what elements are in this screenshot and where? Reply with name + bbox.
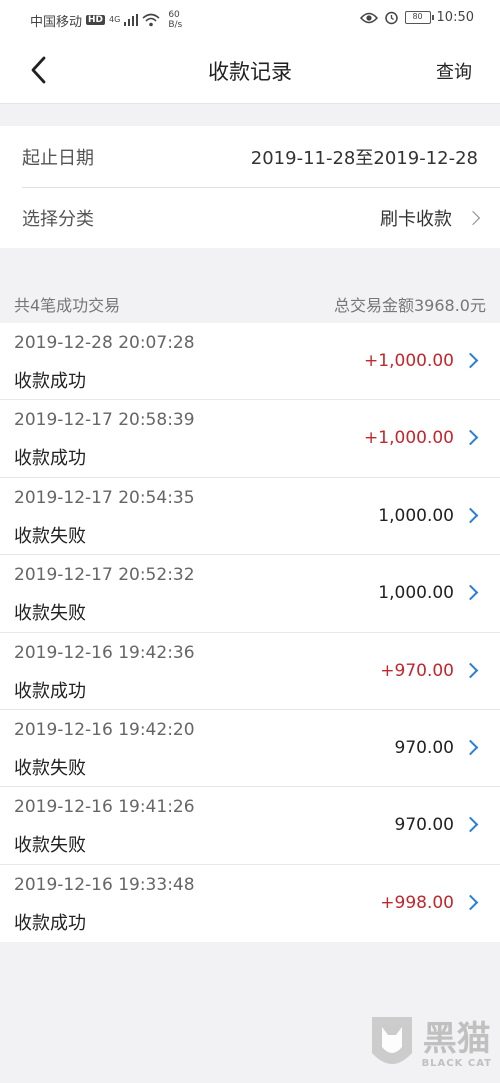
- watermark-cn: 黑猫: [422, 1018, 491, 1059]
- net-speed-value: 60: [168, 10, 180, 20]
- record-status: 收款失败: [14, 525, 86, 547]
- category-value: 刷卡收款: [380, 209, 452, 230]
- hd-icon: HD: [86, 15, 106, 25]
- status-left: 中国移动 HD 4G 60 B/s: [30, 10, 182, 30]
- chevron-right-icon: [462, 739, 479, 756]
- query-button[interactable]: 查询: [436, 58, 472, 84]
- chevron-right-icon: [465, 210, 481, 226]
- record-amount: 1,000.00: [378, 505, 454, 526]
- summary-bar: 共4笔成功交易 总交易金额3968.0元: [0, 286, 500, 322]
- date-range-row[interactable]: 起止日期 2019-11-28至2019-12-28: [0, 126, 500, 187]
- status-right: 80 10:50: [359, 10, 474, 25]
- list-item[interactable]: 2019-12-17 20:58:39 收款成功 +1,000.00: [0, 400, 500, 478]
- black-cat-logo: [371, 1017, 412, 1064]
- record-time: 2019-12-16 19:42:20: [14, 719, 195, 740]
- signal-icon: [124, 14, 139, 26]
- battery-icon: 80: [404, 11, 434, 24]
- filter-card: 起止日期 2019-11-28至2019-12-28 选择分类 刷卡收款: [0, 126, 500, 248]
- record-status: 收款成功: [14, 448, 86, 470]
- status-bar: 中国移动 HD 4G 60 B/s 80 10:50: [0, 0, 500, 36]
- record-time: 2019-12-28 20:07:28: [14, 333, 195, 353]
- list-item[interactable]: 2019-12-16 19:33:48 收款成功 +998.00: [0, 865, 500, 942]
- record-amount: 1,000.00: [378, 583, 454, 604]
- record-amount: +970.00: [380, 660, 454, 681]
- record-amount: 970.00: [394, 815, 454, 836]
- eye-icon: [359, 12, 378, 23]
- record-status: 收款成功: [14, 912, 86, 934]
- chevron-right-icon: [462, 507, 479, 524]
- chevron-right-icon: [462, 584, 479, 601]
- wifi-icon: [142, 13, 160, 27]
- net-speed: 60 B/s: [168, 10, 182, 30]
- category-row[interactable]: 选择分类 刷卡收款: [22, 187, 500, 248]
- chevron-right-icon: [462, 817, 479, 833]
- record-time: 2019-12-17 20:54:35: [14, 487, 195, 508]
- page-title: 收款记录: [208, 60, 292, 84]
- carrier-label: 中国移动: [30, 14, 83, 30]
- date-range-value: 2019-11-28至2019-12-28: [250, 147, 478, 169]
- record-time: 2019-12-17 20:58:39: [14, 410, 195, 431]
- watermark-en: BLACK CAT: [421, 1057, 492, 1069]
- record-status: 收款失败: [14, 603, 86, 625]
- record-time: 2019-12-17 20:52:32: [14, 565, 195, 586]
- record-time: 2019-12-16 19:42:36: [14, 642, 195, 663]
- record-amount: +1,000.00: [364, 351, 454, 371]
- list-item[interactable]: 2019-12-16 19:42:20 收款失败 970.00: [0, 710, 500, 788]
- list-item[interactable]: 2019-12-17 20:52:32 收款失败 1,000.00: [0, 555, 500, 633]
- list-item[interactable]: 2019-12-28 20:07:28 收款成功 +1,000.00: [0, 323, 500, 401]
- record-status: 收款成功: [14, 371, 86, 392]
- alarm-icon: [384, 11, 398, 25]
- date-range-label: 起止日期: [22, 147, 94, 169]
- watermark-text: 黑猫 BLACK CAT: [422, 1020, 492, 1069]
- record-amount: 970.00: [394, 737, 454, 758]
- record-time: 2019-12-16 19:41:26: [14, 797, 195, 818]
- category-value-wrap: 刷卡收款: [380, 205, 481, 231]
- record-amount: +998.00: [380, 892, 454, 913]
- chevron-right-icon: [462, 894, 479, 911]
- record-time: 2019-12-16 19:33:48: [14, 874, 195, 895]
- list-item[interactable]: 2019-12-16 19:41:26 收款失败 970.00: [0, 787, 500, 865]
- success-count: 共4笔成功交易: [14, 296, 121, 315]
- watermark: 黑猫 BLACK CAT: [368, 1013, 492, 1075]
- chevron-right-icon: [462, 352, 479, 369]
- net-speed-unit: B/s: [168, 20, 183, 30]
- nav-bar: 收款记录 查询: [0, 36, 500, 104]
- chevron-right-icon: [462, 662, 479, 678]
- total-amount: 总交易金额3968.0元: [334, 296, 486, 315]
- record-status: 收款失败: [14, 757, 86, 779]
- status-time: 10:50: [436, 10, 474, 25]
- list-item[interactable]: 2019-12-16 19:42:36 收款成功 +970.00: [0, 633, 500, 710]
- chevron-right-icon: [462, 430, 479, 446]
- signal-tag: 4G: [109, 15, 121, 24]
- list-item[interactable]: 2019-12-17 20:54:35 收款失败 1,000.00: [0, 478, 500, 556]
- record-status: 收款失败: [14, 835, 86, 857]
- record-amount: +1,000.00: [364, 428, 454, 449]
- records-list: 2019-12-28 20:07:28 收款成功 +1,000.00 2019-12-…: [0, 323, 500, 943]
- record-status: 收款成功: [14, 680, 86, 702]
- category-label: 选择分类: [22, 209, 94, 230]
